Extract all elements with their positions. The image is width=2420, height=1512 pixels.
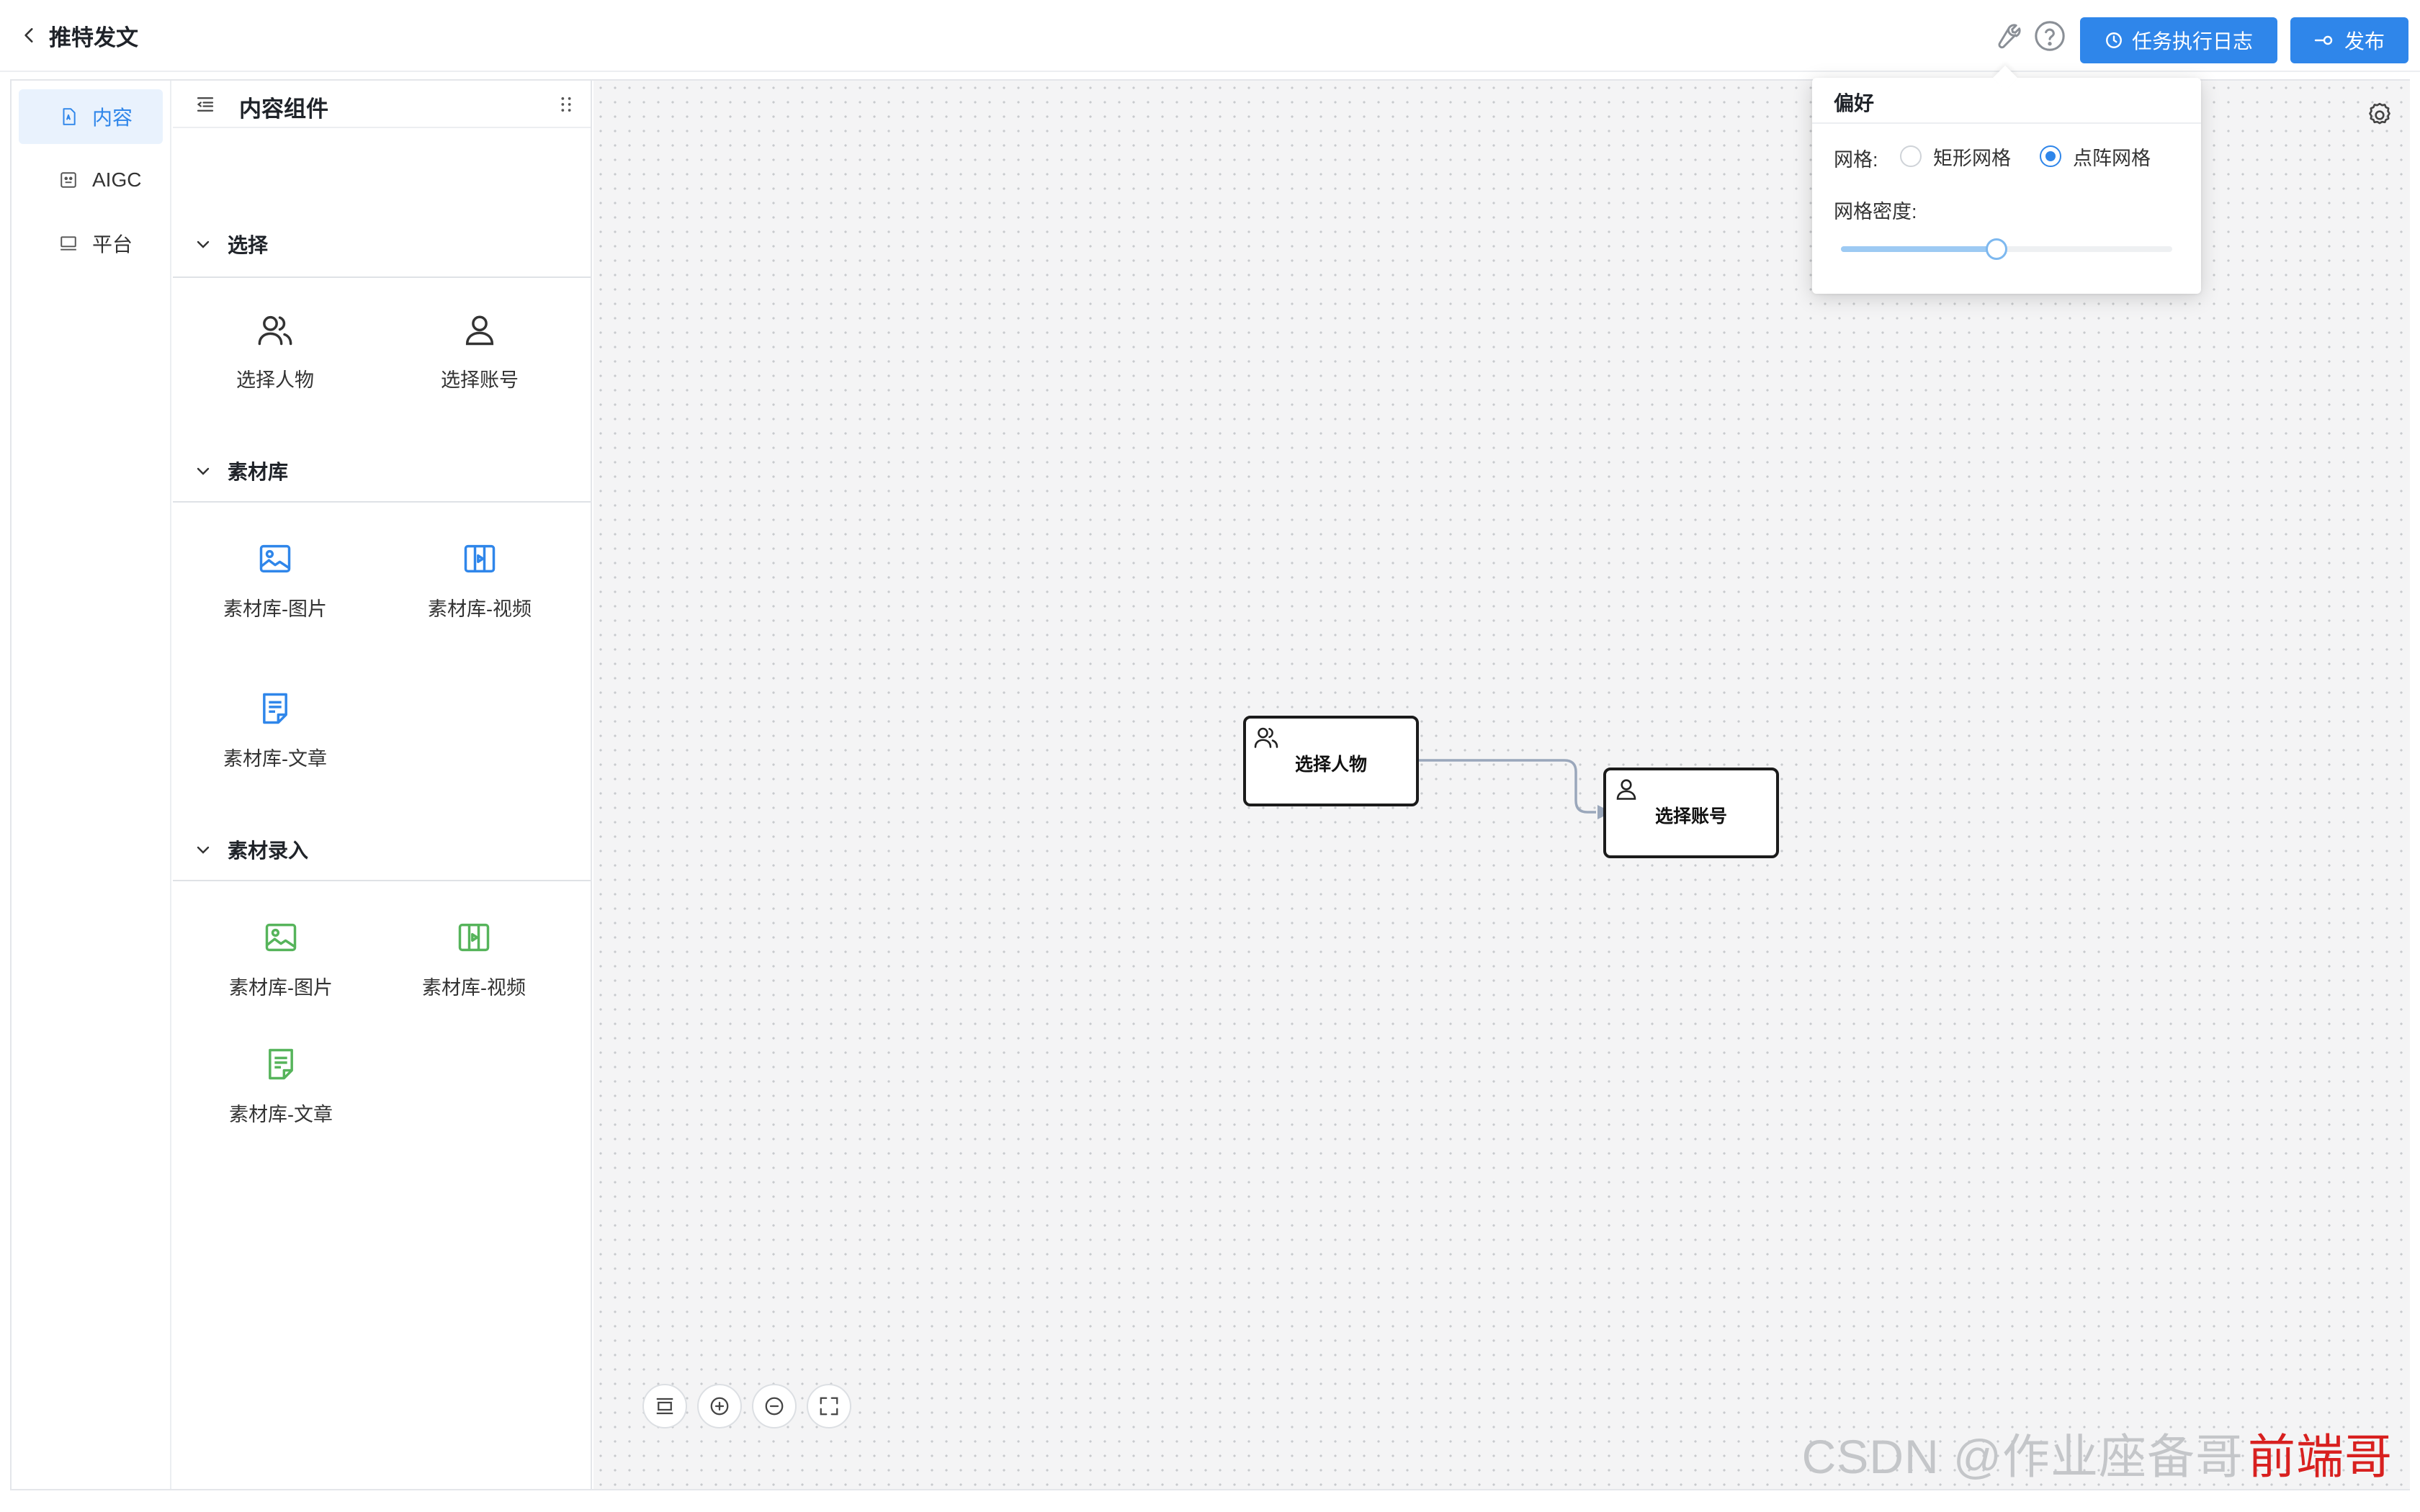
- zoom-in-button[interactable]: [697, 1384, 742, 1428]
- tile-label: 素材库-视频: [422, 977, 526, 999]
- tile-label: 素材库-文章: [223, 748, 327, 770]
- category-rail: 内容 AIGC 平台: [12, 81, 171, 1489]
- fit-view-icon: [656, 1398, 673, 1415]
- grid-option-dot[interactable]: 点阵网格: [2040, 143, 2151, 170]
- group-title: 素材库: [228, 461, 289, 483]
- wrench-icon[interactable]: [1988, 19, 2022, 53]
- task-log-label: 任务执行日志: [2131, 30, 2253, 53]
- node-label: 选择人物: [1294, 755, 1367, 775]
- component-library-video[interactable]: 素材库-视频: [377, 540, 582, 641]
- component-entry-image[interactable]: 素材库-图片: [179, 919, 383, 1020]
- slider-handle[interactable]: [1986, 238, 2008, 260]
- group-title: 选择: [228, 234, 269, 256]
- tile-label: 选择人物: [236, 369, 314, 391]
- popover-title: 偏好: [1834, 92, 1875, 114]
- node-label: 选择账号: [1654, 806, 1727, 827]
- document-icon: [63, 108, 76, 125]
- app-root: 推特发文 任务执行日志 发布 内容 AIGC 平台 内容组件 选择 选择人物 选…: [0, 0, 2420, 1512]
- component-library-article[interactable]: 素材库-文章: [173, 690, 377, 791]
- menu-fold-icon[interactable]: [194, 94, 216, 115]
- density-slider[interactable]: [1841, 238, 2172, 260]
- monitor-icon: [60, 236, 76, 251]
- component-panel-header: 内容组件: [173, 81, 591, 128]
- zoom-in-icon: [710, 1397, 729, 1416]
- image-icon: [259, 544, 291, 573]
- tile-label: 素材库-图片: [229, 977, 333, 999]
- publish-label: 发布: [2344, 30, 2385, 53]
- article-icon: [269, 1048, 293, 1080]
- grid-option-rect[interactable]: 矩形网格: [1900, 143, 2011, 170]
- help-icon[interactable]: [2033, 19, 2067, 53]
- fullscreen-button[interactable]: [807, 1384, 851, 1428]
- back-button[interactable]: 推特发文: [20, 17, 138, 53]
- popover-divider: [1812, 122, 2201, 124]
- drag-handle-icon[interactable]: [556, 94, 576, 115]
- chevron-down-icon: [197, 846, 210, 854]
- rail-item-aigc[interactable]: AIGC: [19, 153, 163, 207]
- preferences-popover: 偏好 网格: 矩形网格 点阵网格 网格密度:: [1812, 78, 2201, 294]
- fit-view-button[interactable]: [642, 1384, 687, 1428]
- robot-icon: [60, 172, 76, 188]
- article-icon: [263, 693, 287, 724]
- zoom-out-button[interactable]: [752, 1384, 797, 1428]
- component-panel: 内容组件 选择 选择人物 选择账号 素材库 素材库-图片 素材库-视频 素材库-…: [173, 81, 592, 1489]
- watermark-text: CSDN @作业座备哥: [1801, 1430, 2244, 1483]
- component-panel-title: 内容组件: [239, 96, 328, 122]
- chevron-down-icon: [197, 240, 210, 248]
- tile-label: 素材库-图片: [223, 598, 327, 620]
- image-icon: [265, 923, 297, 952]
- tile-label: 选择账号: [441, 369, 519, 391]
- tile-label: 素材库-视频: [428, 598, 532, 620]
- slider-fill: [1841, 246, 1997, 252]
- flow-edge: [1419, 759, 1596, 814]
- users-icon: [258, 315, 292, 346]
- rail-item-label: 内容: [92, 107, 133, 129]
- chevron-left-icon: [24, 28, 33, 42]
- group-header-material-entry[interactable]: 素材录入: [173, 819, 591, 881]
- rail-item-content[interactable]: 内容: [19, 89, 163, 144]
- group-title: 素材录入: [228, 840, 309, 862]
- user-icon: [465, 315, 494, 346]
- component-select-person[interactable]: 选择人物: [173, 311, 377, 412]
- rail-item-label: 平台: [92, 233, 133, 256]
- watermark-overlay: 前端哥: [2248, 1429, 2393, 1485]
- task-log-button[interactable]: 任务执行日志: [2080, 17, 2277, 63]
- density-label: 网格密度:: [1834, 201, 1917, 222]
- rail-item-platform[interactable]: 平台: [19, 216, 163, 271]
- flow-node-select-account[interactable]: 选择账号: [1603, 768, 1779, 858]
- flow-node-select-person[interactable]: 选择人物: [1243, 716, 1419, 806]
- tile-label: 素材库-文章: [229, 1104, 333, 1125]
- publish-icon: [2314, 35, 2333, 45]
- clock-icon: [2106, 32, 2122, 48]
- watermark: CSDN @作业座备哥前端哥: [1802, 1418, 2393, 1488]
- video-icon: [458, 923, 490, 952]
- publish-button[interactable]: 发布: [2290, 17, 2408, 63]
- component-entry-article[interactable]: 素材库-文章: [179, 1045, 383, 1146]
- top-header: 推特发文 任务执行日志 发布: [0, 0, 2420, 72]
- component-select-account[interactable]: 选择账号: [377, 311, 582, 412]
- zoom-out-icon: [765, 1397, 784, 1416]
- rail-item-label: AIGC: [92, 168, 142, 191]
- radio-label: 点阵网格: [2073, 147, 2151, 169]
- grid-label: 网格:: [1834, 149, 1878, 171]
- group-header-library[interactable]: 素材库: [173, 441, 591, 503]
- radio-label: 矩形网格: [1933, 147, 2011, 169]
- users-icon: [1254, 727, 1278, 748]
- user-icon: [1616, 779, 1636, 800]
- radio-button[interactable]: [1900, 145, 1922, 167]
- page-title: 推特发文: [49, 24, 138, 50]
- group-header-select[interactable]: 选择: [173, 212, 591, 278]
- gear-icon[interactable]: [2365, 101, 2394, 130]
- video-icon: [464, 544, 496, 573]
- component-library-image[interactable]: 素材库-图片: [173, 540, 377, 641]
- chevron-down-icon: [197, 467, 210, 475]
- component-entry-video[interactable]: 素材库-视频: [372, 919, 576, 1020]
- fullscreen-icon: [820, 1397, 838, 1416]
- radio-button[interactable]: [2040, 145, 2061, 167]
